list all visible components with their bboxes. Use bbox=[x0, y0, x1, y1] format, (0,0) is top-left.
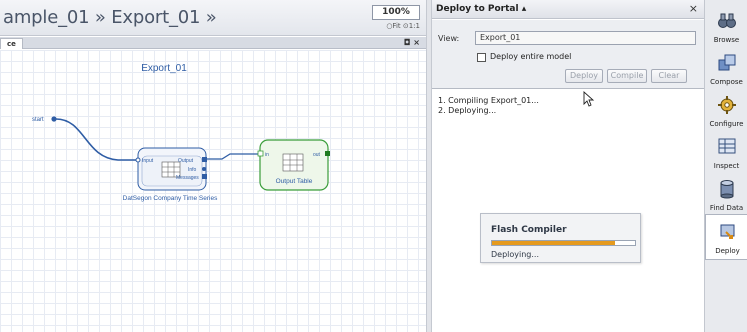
toolbar-browse[interactable]: Browse bbox=[705, 4, 747, 50]
app-window: ample_01 » Export_01 » 100% ○Fit ⊙1:1 ce… bbox=[0, 0, 747, 332]
deploy-icon bbox=[720, 224, 735, 239]
output-block-label: Output Table bbox=[276, 178, 313, 185]
deploy-entire-model-checkbox[interactable] bbox=[477, 53, 486, 62]
deploy-log: 1. Compiling Export_01... 2. Deploying..… bbox=[438, 96, 539, 116]
source-input-port[interactable] bbox=[135, 157, 141, 163]
right-toolbar: Browse Compose Configure Inspect Find Da… bbox=[704, 0, 747, 332]
model-canvas[interactable]: Export_01 start Input Output Info Messag… bbox=[0, 50, 426, 332]
subtab-bar: ce ◘ × bbox=[0, 37, 426, 49]
close-icon[interactable]: × bbox=[689, 2, 698, 15]
toolbar-find-data[interactable]: Find Data bbox=[705, 172, 747, 218]
deploy-button[interactable]: Deploy bbox=[565, 69, 603, 83]
connector-start-to-source[interactable] bbox=[55, 118, 136, 161]
source-output-label: Output bbox=[178, 158, 194, 164]
flash-compiler-dialog: Flash Compiler Deploying... bbox=[480, 213, 641, 263]
subtab-controls[interactable]: ◘ × bbox=[404, 37, 420, 49]
toolbar-compose[interactable]: Compose bbox=[705, 46, 747, 92]
progress-bar bbox=[491, 240, 636, 246]
editor-header: ample_01 » Export_01 » 100% ○Fit ⊙1:1 bbox=[0, 0, 426, 36]
toolbar-configure[interactable]: Configure bbox=[705, 88, 747, 134]
progress-fill bbox=[492, 241, 615, 245]
clear-button[interactable]: Clear bbox=[651, 69, 687, 83]
toolbar-label: Configure bbox=[709, 120, 744, 128]
log-line: 1. Compiling Export_01... bbox=[438, 96, 539, 105]
view-field[interactable]: Export_01 bbox=[475, 31, 696, 45]
gear-icon bbox=[718, 96, 736, 114]
source-output-port[interactable] bbox=[202, 157, 207, 162]
source-info-port[interactable] bbox=[202, 167, 206, 171]
toolbar-label: Find Data bbox=[709, 204, 744, 212]
zoom-options[interactable]: ○Fit ⊙1:1 bbox=[372, 22, 420, 30]
toolbar-label: Deploy bbox=[715, 247, 740, 255]
flash-compiler-status: Deploying... bbox=[491, 250, 540, 259]
database-icon bbox=[720, 180, 734, 199]
deploy-panel: Deploy to Portal ▴ × View: Export_01 Dep… bbox=[432, 0, 704, 332]
start-node[interactable] bbox=[51, 116, 57, 122]
deploy-options: View: Export_01 Deploy entire model Depl… bbox=[432, 20, 704, 89]
output-block[interactable]: in out Output Table bbox=[257, 139, 330, 191]
inspect-icon bbox=[718, 138, 736, 154]
breadcrumb[interactable]: ample_01 » Export_01 » bbox=[3, 7, 217, 28]
binoculars-icon bbox=[718, 13, 736, 28]
toolbar-label: Inspect bbox=[713, 162, 740, 170]
start-label: start bbox=[32, 117, 44, 123]
zoom-control[interactable]: 100% ○Fit ⊙1:1 bbox=[372, 5, 420, 33]
panel-title-bar: Deploy to Portal ▴ × bbox=[432, 0, 704, 19]
output-in-label: in bbox=[265, 152, 269, 158]
model-diagram: Export_01 start Input Output Info Messag… bbox=[32, 63, 330, 202]
mouse-cursor-icon bbox=[583, 91, 595, 107]
toolbar-label: Compose bbox=[710, 78, 743, 86]
view-label: View: bbox=[438, 34, 460, 43]
source-messages-label: Messages bbox=[176, 175, 199, 181]
output-out-port[interactable] bbox=[325, 151, 330, 156]
toolbar-inspect[interactable]: Inspect bbox=[705, 130, 747, 176]
subtab-active[interactable]: ce bbox=[0, 38, 23, 49]
compile-button[interactable]: Compile bbox=[607, 69, 647, 83]
source-block-label: DatSegon Company Time Series bbox=[123, 195, 218, 202]
zoom-value[interactable]: 100% bbox=[372, 5, 420, 20]
deploy-entire-model-label: Deploy entire model bbox=[490, 52, 572, 61]
panel-title[interactable]: Deploy to Portal ▴ bbox=[436, 4, 526, 14]
canvas-title: Export_01 bbox=[141, 63, 187, 74]
output-out-label: out bbox=[313, 152, 321, 158]
connector-source-to-output[interactable] bbox=[207, 153, 258, 160]
source-info-label: Info bbox=[188, 167, 197, 173]
compose-icon bbox=[718, 54, 736, 71]
flash-compiler-title: Flash Compiler bbox=[491, 225, 567, 235]
toolbar-deploy[interactable]: Deploy bbox=[705, 214, 747, 260]
model-editor: ample_01 » Export_01 » 100% ○Fit ⊙1:1 ce… bbox=[0, 0, 426, 332]
source-block[interactable]: Input Output Info Messages bbox=[135, 147, 207, 191]
source-input-label: Input bbox=[142, 158, 154, 164]
toolbar-label: Browse bbox=[713, 36, 740, 44]
log-line: 2. Deploying... bbox=[438, 106, 497, 115]
source-messages-port[interactable] bbox=[202, 174, 207, 179]
output-in-port[interactable] bbox=[257, 150, 264, 157]
